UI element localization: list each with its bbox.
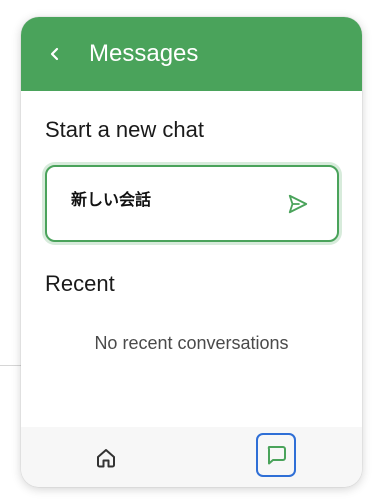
recent-heading: Recent bbox=[45, 271, 115, 296]
empty-state-message: No recent conversations bbox=[94, 333, 289, 353]
bottom-nav bbox=[21, 427, 362, 487]
nav-chat-button[interactable] bbox=[256, 433, 296, 477]
new-chat-field[interactable]: 新しい会話 bbox=[45, 165, 339, 242]
home-icon bbox=[94, 446, 118, 470]
back-button[interactable] bbox=[41, 40, 69, 68]
send-icon bbox=[287, 193, 309, 215]
header-bar: Messages bbox=[21, 17, 362, 91]
send-button[interactable] bbox=[285, 191, 311, 217]
new-chat-input[interactable]: 新しい会話 bbox=[71, 191, 151, 211]
new-chat-heading: Start a new chat bbox=[45, 117, 204, 142]
chevron-left-icon bbox=[48, 47, 62, 61]
nav-home-button[interactable] bbox=[91, 443, 121, 473]
chat-bubble-icon bbox=[264, 443, 288, 467]
messages-panel: Messages Start a new chat 新しい会話 Recent N… bbox=[21, 17, 362, 487]
page-title: Messages bbox=[89, 40, 199, 67]
divider bbox=[0, 365, 22, 366]
